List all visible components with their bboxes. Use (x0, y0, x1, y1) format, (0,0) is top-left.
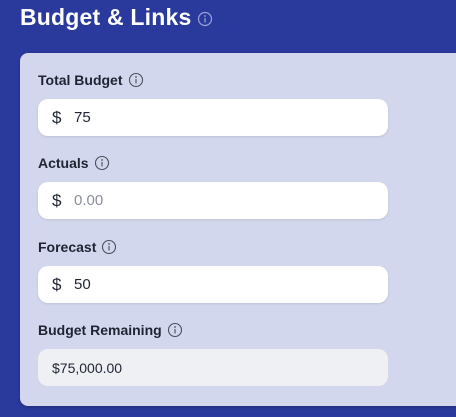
total-budget-label: Total Budget (38, 72, 123, 88)
actuals-input[interactable]: $ 0.00 (38, 182, 388, 219)
forecast-value: 50 (74, 276, 91, 293)
forecast-label-row: Forecast (38, 239, 117, 255)
section-title: Budget & Links (20, 4, 192, 30)
info-icon[interactable] (94, 155, 110, 171)
info-icon[interactable] (197, 11, 213, 27)
budget-remaining-label-row: Budget Remaining (38, 322, 183, 338)
forecast-input[interactable]: $ 50 (38, 266, 388, 303)
total-budget-label-row: Total Budget (38, 72, 144, 88)
actuals-label: Actuals (38, 155, 89, 171)
actuals-label-row: Actuals (38, 155, 110, 171)
info-icon[interactable] (101, 239, 117, 255)
currency-symbol: $ (52, 274, 62, 294)
budget-remaining-label: Budget Remaining (38, 322, 162, 338)
budget-remaining-value: $75,000.00 (52, 359, 123, 376)
forecast-label: Forecast (38, 239, 97, 255)
info-icon[interactable] (128, 72, 144, 88)
total-budget-input[interactable]: $ 75 (38, 99, 388, 136)
budget-remaining-field: $75,000.00 (38, 349, 388, 386)
currency-symbol: $ (52, 107, 62, 127)
total-budget-value: 75 (74, 109, 91, 126)
info-icon[interactable] (167, 322, 183, 338)
actuals-placeholder: 0.00 (74, 192, 104, 209)
currency-symbol: $ (52, 190, 62, 210)
section-header: Budget & Links (20, 4, 213, 31)
budget-panel: Total Budget $ 75 Actuals $ 0.00 Forecas… (20, 53, 456, 406)
